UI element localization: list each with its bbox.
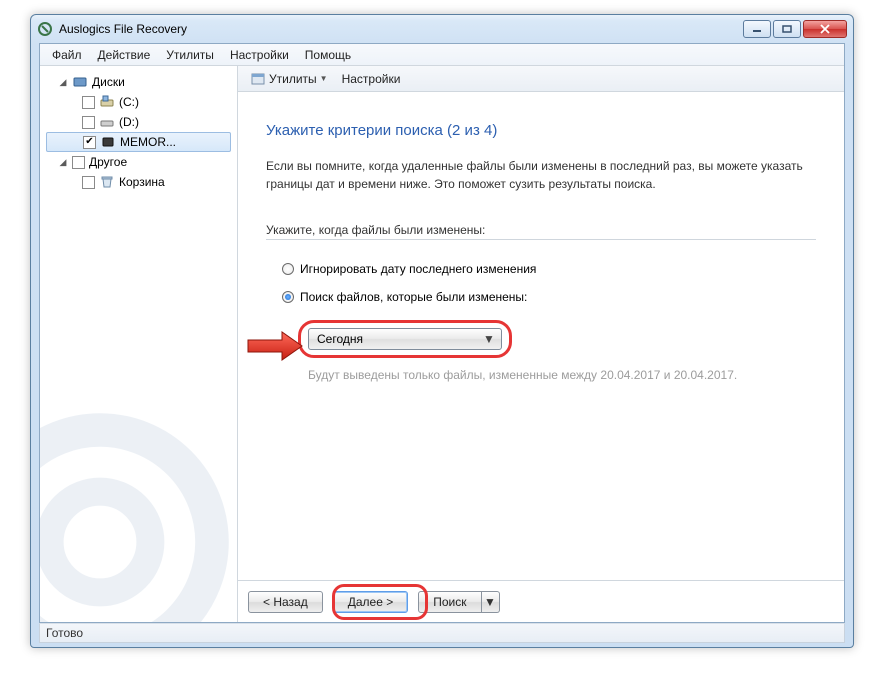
tree-node-other[interactable]: ◢ Другое [42,152,235,172]
checkbox[interactable] [72,156,85,169]
tree-node-disks[interactable]: ◢ Диски [42,72,235,92]
disks-group-icon [72,74,88,90]
radio-ignore-date[interactable]: Игнорировать дату последнего изменения [282,262,816,276]
combo-value: Сегодня [317,332,363,346]
radio-label: Поиск файлов, которые были изменены: [300,290,527,304]
date-range-combo[interactable]: Сегодня ▼ [308,328,502,350]
tree-label: (D:) [119,115,139,129]
date-hint: Будут выведены только файлы, измененные … [308,368,816,382]
menu-help[interactable]: Помощь [297,46,359,64]
window-title: Auslogics File Recovery [59,22,743,36]
recycle-bin-icon [99,174,115,190]
main-toolbar: Утилиты ▼ Настройки [238,66,844,92]
tree-node-drive-c[interactable]: (C:) [42,92,235,112]
radio-icon[interactable] [282,263,294,275]
menu-actions[interactable]: Действие [90,46,159,64]
status-text: Готово [46,626,83,640]
sidebar: ◢ Диски (C:) [40,66,238,622]
maximize-button[interactable] [773,20,801,38]
checkbox[interactable] [82,176,95,189]
tree-label: (C:) [119,95,139,109]
menu-settings[interactable]: Настройки [222,46,297,64]
collapse-icon[interactable]: ◢ [58,157,68,167]
hdd-icon [99,114,115,130]
tree-label: MEMOR... [120,135,176,149]
chevron-down-icon: ▼ [481,332,497,346]
app-window: Auslogics File Recovery Файл Действие Ут… [30,14,854,648]
hdd-icon [99,94,115,110]
radio-icon-checked[interactable] [282,291,294,303]
device-tree: ◢ Диски (C:) [40,66,237,198]
toolbar-utils[interactable]: Утилиты ▼ [244,69,334,89]
tree-label: Корзина [119,175,165,189]
menu-file[interactable]: Файл [44,46,90,64]
radio-search-modified[interactable]: Поиск файлов, которые были изменены: [282,290,816,304]
toolbar-label: Настройки [342,72,401,86]
wizard-footer: < Назад Далее > Поиск ▼ [238,580,844,622]
app-icon [37,21,53,37]
close-button[interactable] [803,20,847,38]
search-button[interactable]: Поиск [418,591,481,613]
collapse-icon[interactable]: ◢ [58,77,68,87]
titlebar: Auslogics File Recovery [31,15,853,43]
radio-label: Игнорировать дату последнего изменения [300,262,536,276]
section-label: Укажите, когда файлы были изменены: [266,223,816,237]
search-split-button[interactable]: Поиск ▼ [418,591,499,613]
checkbox[interactable] [82,116,95,129]
toolbar-settings[interactable]: Настройки [336,70,407,88]
tree-node-recycle[interactable]: Корзина [42,172,235,192]
tree-label: Другое [89,155,127,169]
toolbar-label: Утилиты [269,72,317,86]
page-title: Укажите критерии поиска (2 из 4) [266,122,816,139]
next-button[interactable]: Далее > [333,591,409,613]
search-dropdown[interactable]: ▼ [482,591,500,613]
chevron-down-icon: ▼ [320,74,328,83]
back-button[interactable]: < Назад [248,591,323,613]
memory-card-icon [100,134,116,150]
statusbar: Готово [39,623,845,643]
minimize-button[interactable] [743,20,771,38]
tree-node-drive-d[interactable]: (D:) [42,112,235,132]
page-lead: Если вы помните, когда удаленные файлы б… [266,157,816,193]
checkbox-checked[interactable]: ✔ [83,136,96,149]
tree-node-drive-memory[interactable]: ✔ MEMOR... [46,132,231,152]
checkbox[interactable] [82,96,95,109]
menu-utils[interactable]: Утилиты [158,46,222,64]
tree-label: Диски [92,75,125,89]
divider [266,239,816,240]
window-icon [250,71,266,87]
menubar: Файл Действие Утилиты Настройки Помощь [40,44,844,66]
